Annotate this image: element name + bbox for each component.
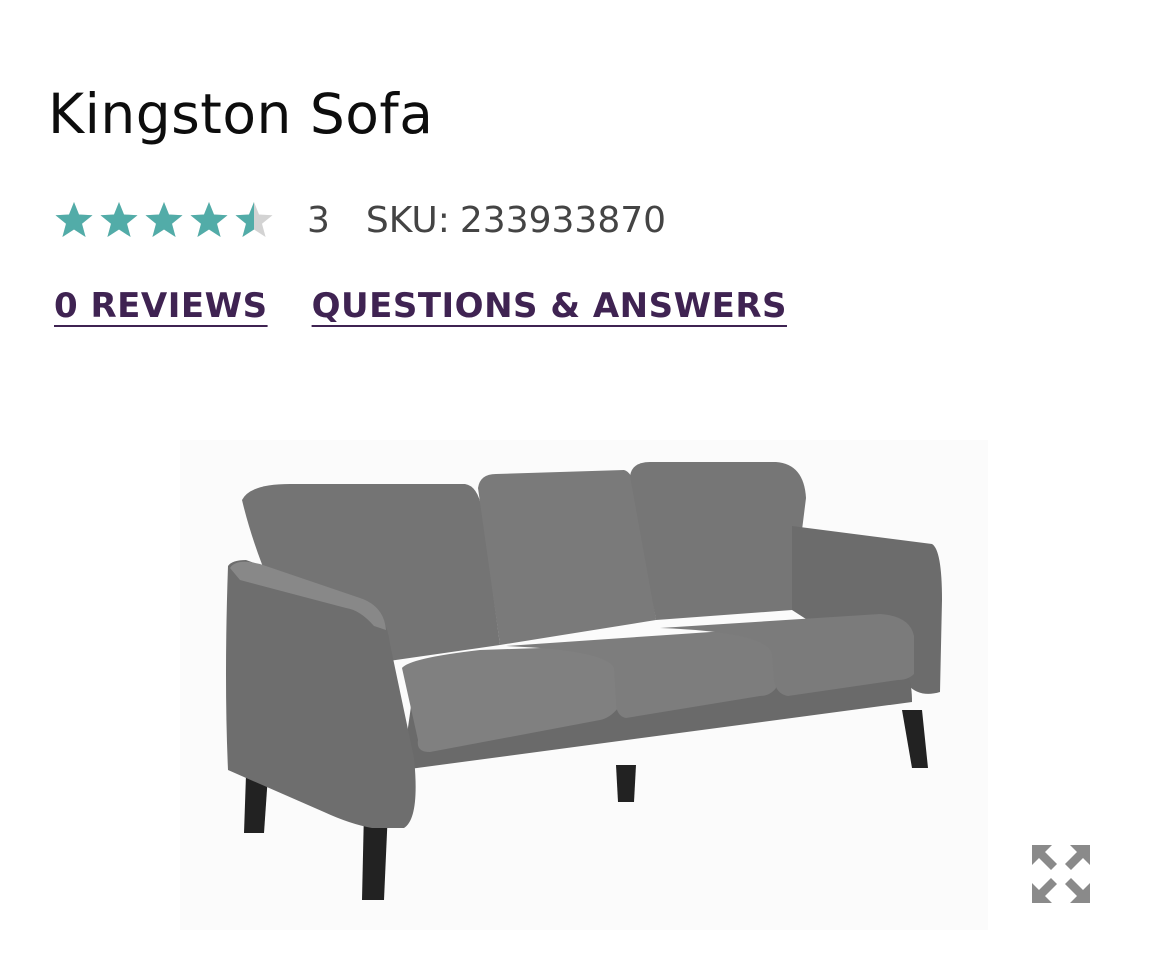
star-icon xyxy=(235,202,273,237)
expand-icon xyxy=(1032,845,1090,903)
review-links: 0 REVIEWS QUESTIONS & ANSWERS xyxy=(54,286,787,326)
star-icon xyxy=(190,202,228,237)
expand-image-button[interactable] xyxy=(1030,843,1092,905)
questions-answers-link[interactable]: QUESTIONS & ANSWERS xyxy=(312,286,787,326)
star-rating[interactable] xyxy=(54,196,279,244)
rating-count[interactable]: 3 xyxy=(307,200,330,241)
product-image[interactable] xyxy=(180,440,988,930)
star-icon xyxy=(100,202,138,237)
sofa-leg xyxy=(902,710,928,768)
back-cushion xyxy=(630,462,806,620)
back-cushion xyxy=(478,470,656,645)
sku-value: 233933870 xyxy=(459,199,667,241)
star-icon xyxy=(145,202,183,237)
star-icon xyxy=(55,202,93,237)
sku-label: SKU: xyxy=(365,199,450,241)
sofa-leg xyxy=(616,765,636,802)
sku: SKU: 233933870 xyxy=(366,200,666,241)
rating-sku-row: 3 SKU: 233933870 xyxy=(54,196,666,244)
product-image-frame[interactable] xyxy=(180,440,1090,930)
reviews-link[interactable]: 0 REVIEWS xyxy=(54,286,268,326)
product-title: Kingston Sofa xyxy=(48,82,434,146)
